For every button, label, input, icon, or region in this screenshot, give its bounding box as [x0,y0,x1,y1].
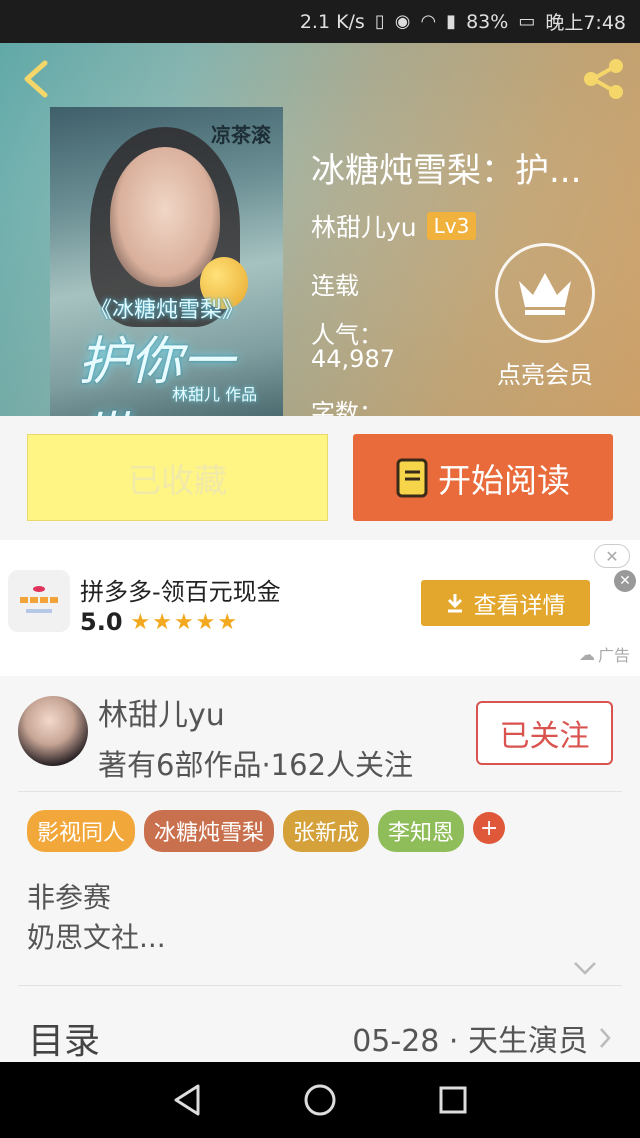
divider [18,791,622,792]
table-of-contents-row[interactable]: 目录 05-28 · 天生演员 [28,1012,612,1064]
ad-app-icon[interactable] [8,570,70,632]
wifi-icon: ◠ [420,11,437,32]
author-level-badge: Lv3 [426,212,477,240]
status-bar: 2.1 K/s ▯ ◉ ◠ ▮ 83% ▭ 晚上7:48 [0,0,640,43]
vibrate-icon: ▯ [374,11,385,32]
ad-tag-text: 广告 [597,646,630,665]
cover-stamp: 凉茶滚 [211,123,271,147]
author-row[interactable]: 林甜儿yu Lv3 [311,208,477,244]
ad-rating-value: 5.0 [80,608,123,636]
chevron-right-icon [600,1028,611,1048]
expand-description-button[interactable] [572,958,598,978]
close-icon: ✕ [619,573,631,589]
share-icon [584,59,623,99]
battery-icon: ▭ [518,11,536,32]
cloud-icon: ☁ [578,644,595,664]
circle-home-icon [304,1084,336,1116]
divider [18,985,622,986]
book-description[interactable]: 非参赛 奶思文社... [27,878,166,958]
eye-icon: ◉ [394,11,411,32]
author-meta: 著有6部作品·162人关注 [98,748,414,782]
ad-close-button[interactable]: ✕ [594,544,630,568]
rating-stars-icon: ★★★★★ [130,609,240,635]
system-nav-bar [0,1062,640,1138]
author-section: 林甜儿yu 著有6部作品·162人关注 已关注 影视同人 冰糖炖雪梨 张新成 李… [0,676,640,1062]
crown-icon [519,273,571,315]
favorite-button[interactable]: 已收藏 [27,434,328,521]
tag-chip[interactable]: 张新成 [283,810,370,852]
square-recents-icon [439,1086,467,1114]
tag-chip[interactable]: 冰糖炖雪梨 [144,810,275,852]
ad-rating: 5.0 ★★★★★ [80,608,239,636]
vip-label: 点亮会员 [497,361,593,389]
start-reading-label: 开始阅读 [438,460,570,500]
author-avatar[interactable] [18,696,88,766]
description-line: 非参赛 [27,881,112,914]
book-author[interactable]: 林甜儿yu [311,208,417,244]
ad-details-button[interactable]: 查看详情 [421,580,590,626]
ad-label: ☁ 广告 [579,642,630,666]
cover-author-credit: 林甜儿 作品 [172,385,258,404]
sim-alert-icon: ▮ [446,11,457,32]
author-name[interactable]: 林甜儿yu [98,690,225,734]
book-header: 凉茶滚 《冰糖炖雪梨》 护你一世 林甜儿 作品 冰糖炖雪梨：护... 林甜儿yu… [0,43,640,416]
book-title: 冰糖炖雪梨：护... [311,151,582,191]
action-bar: 已收藏 开始阅读 [0,416,640,540]
share-button[interactable] [580,57,628,101]
clock: 晚上7:48 [545,12,626,34]
download-icon [447,594,462,613]
latest-chapter-text: 05-28 · 天生演员 [352,1024,588,1059]
toc-label: 目录 [28,1021,101,1062]
network-speed: 2.1 K/s [299,10,365,33]
follow-button[interactable]: 已关注 [476,701,613,765]
word-count-label: 字数： [311,399,383,416]
cover-portrait [110,147,220,287]
description-line: 奶思文社... [27,921,166,954]
tag-chip[interactable]: 影视同人 [27,810,136,852]
start-reading-button[interactable]: 开始阅读 [353,434,613,521]
vip-button[interactable]: 点亮会员 [490,243,600,390]
book-icon [396,458,428,497]
vip-circle [495,243,595,343]
nav-recents-button[interactable] [428,1075,478,1125]
close-icon: ✕ [605,546,619,566]
nav-back-button[interactable] [162,1075,212,1125]
serial-status: 连载 [311,272,359,300]
book-cover[interactable]: 凉茶滚 《冰糖炖雪梨》 护你一世 林甜儿 作品 [50,107,283,416]
nav-home-button[interactable] [295,1075,345,1125]
battery-percent: 83% [466,10,509,33]
ad-dismiss-button[interactable]: ✕ [614,570,636,592]
more-tags-button[interactable]: + [473,812,506,844]
back-button[interactable] [14,57,58,101]
popularity-value: 44,987 [311,345,395,373]
ad-title: 拼多多-领百元现金 [80,578,281,606]
chevron-down-icon [574,962,596,975]
tag-list: 影视同人 冰糖炖雪梨 张新成 李知恩 + [27,810,506,852]
latest-chapter: 05-28 · 天生演员 [352,1016,612,1060]
pinduoduo-logo-icon [20,586,58,613]
ad-details-label: 查看详情 [473,593,566,619]
ad-banner[interactable]: 拼多多-领百元现金 5.0 ★★★★★ 查看详情 ✕ ✕ ☁ 广告 [0,540,640,676]
triangle-back-icon [174,1084,200,1116]
chevron-left-icon [24,60,48,98]
tag-chip[interactable]: 李知恩 [378,810,465,852]
